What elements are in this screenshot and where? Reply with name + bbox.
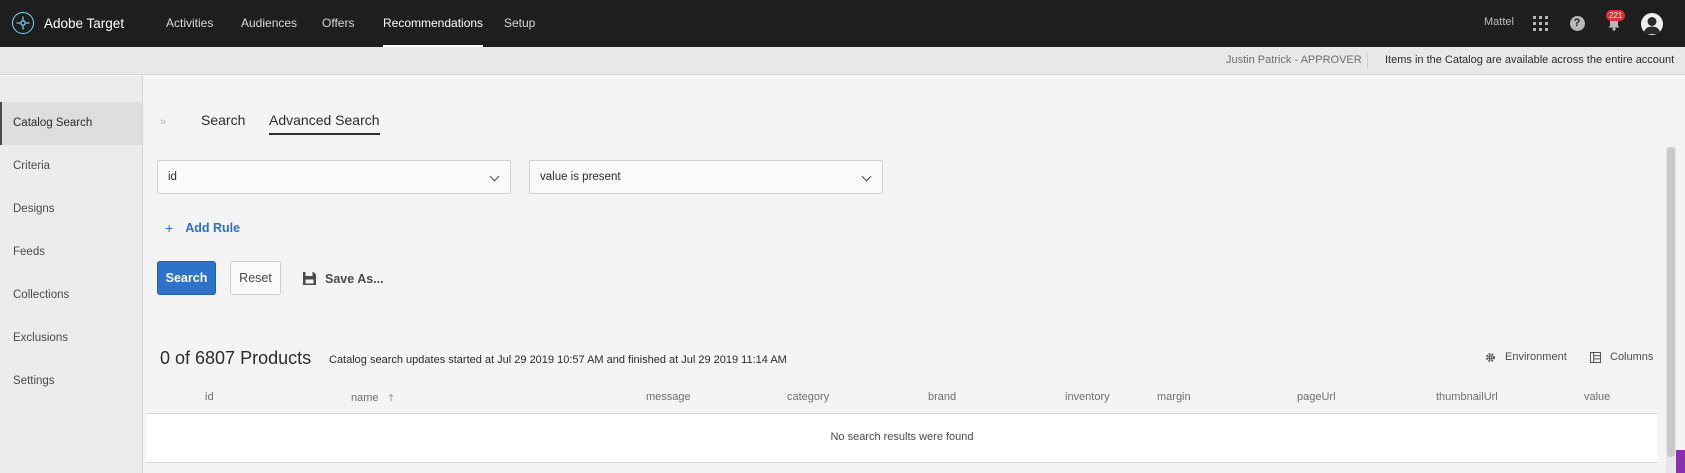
feedback-tab[interactable] (1676, 450, 1685, 473)
sidebar-item-criteria[interactable]: Criteria (0, 145, 142, 188)
user-role: Justin Patrick - APPROVER (1226, 54, 1362, 66)
sidebar-item-feeds[interactable]: Feeds (0, 231, 142, 274)
column-header-message[interactable]: message (646, 391, 691, 403)
sort-ascending-icon[interactable]: 🡑 (389, 393, 394, 404)
context-bar: Justin Patrick - APPROVER Items in the C… (0, 47, 1685, 75)
brand[interactable]: Adobe Target (12, 12, 124, 34)
nav-recommendations[interactable]: Recommendations (383, 0, 484, 47)
column-header-margin[interactable]: margin (1157, 391, 1191, 403)
column-header-value[interactable]: value (1584, 391, 1610, 403)
divider (1367, 53, 1368, 69)
catalog-update-note: Catalog search updates started at Jul 29… (329, 354, 787, 366)
app-name: Adobe Target (44, 15, 125, 31)
tab-advanced-search[interactable]: Advanced Search (269, 112, 380, 135)
column-header-thumbnailurl[interactable]: thumbnailUrl (1436, 391, 1498, 403)
sidebar-item-settings[interactable]: Settings (0, 360, 142, 403)
add-rule-button[interactable]: + Add Rule (165, 220, 240, 236)
user-avatar-icon[interactable] (1641, 13, 1663, 35)
search-button[interactable]: Search (157, 261, 216, 295)
nav-setup[interactable]: Setup (504, 0, 535, 47)
column-header-pageurl[interactable]: pageUrl (1297, 391, 1336, 403)
org-switcher[interactable]: Mattel (1484, 16, 1514, 28)
results-table-body: No search results were found (146, 414, 1658, 463)
notification-count-badge: 221 (1606, 10, 1626, 21)
top-nav-bar: Adobe Target Activities Audiences Offers… (0, 0, 1685, 47)
sidebar-item-designs[interactable]: Designs (0, 188, 142, 231)
columns-icon (1590, 351, 1601, 363)
columns-label: Columns (1610, 351, 1654, 363)
plus-icon: + (165, 220, 174, 236)
column-header-name-label: name (351, 392, 379, 404)
save-as-button[interactable]: Save As... (302, 271, 384, 286)
results-table-header: id name 🡑 message category brand inventor… (146, 382, 1658, 414)
rule-attribute-value: id (168, 171, 177, 183)
scrollbar-thumb[interactable] (1667, 147, 1675, 457)
help-icon[interactable]: ? (1568, 14, 1586, 32)
floppy-disk-icon (303, 272, 316, 285)
column-header-id[interactable]: id (205, 391, 214, 403)
column-header-brand[interactable]: brand (928, 391, 956, 403)
gear-icon (1486, 352, 1495, 362)
nav-activities[interactable]: Activities (166, 0, 213, 47)
sidebar-item-catalog-search[interactable]: Catalog Search (0, 102, 142, 145)
expand-sidebar-chevron-icon[interactable]: » (160, 116, 166, 128)
catalog-scope-note: Items in the Catalog are available acros… (1385, 54, 1675, 66)
nav-audiences[interactable]: Audiences (241, 0, 297, 47)
adobe-target-logo-icon (12, 12, 34, 34)
reset-button[interactable]: Reset (230, 261, 281, 295)
save-as-label: Save As... (325, 271, 384, 286)
column-header-category[interactable]: category (787, 391, 829, 403)
add-rule-label: Add Rule (185, 221, 241, 235)
sidebar: Catalog Search Criteria Designs Feeds Co… (0, 76, 143, 473)
column-header-inventory[interactable]: inventory (1065, 391, 1110, 403)
sidebar-item-exclusions[interactable]: Exclusions (0, 317, 142, 360)
tab-search[interactable]: Search (201, 112, 245, 133)
rule-operator-value: value is present (540, 171, 621, 183)
results-count: 0 of 6807 Products (160, 348, 312, 368)
environment-button[interactable]: Environment (1485, 351, 1567, 363)
rule-operator-select[interactable]: value is present (529, 160, 883, 194)
rule-attribute-select[interactable]: id (157, 160, 511, 194)
column-header-name[interactable]: name 🡑 (351, 391, 394, 408)
app-grid-icon[interactable] (1531, 14, 1549, 32)
columns-button[interactable]: Columns (1590, 351, 1653, 363)
empty-results-message: No search results were found (830, 431, 974, 443)
sidebar-item-collections[interactable]: Collections (0, 274, 142, 317)
chevron-down-icon (489, 171, 500, 182)
chevron-down-icon (861, 171, 872, 182)
environment-label: Environment (1505, 351, 1567, 363)
nav-offers[interactable]: Offers (322, 0, 354, 47)
